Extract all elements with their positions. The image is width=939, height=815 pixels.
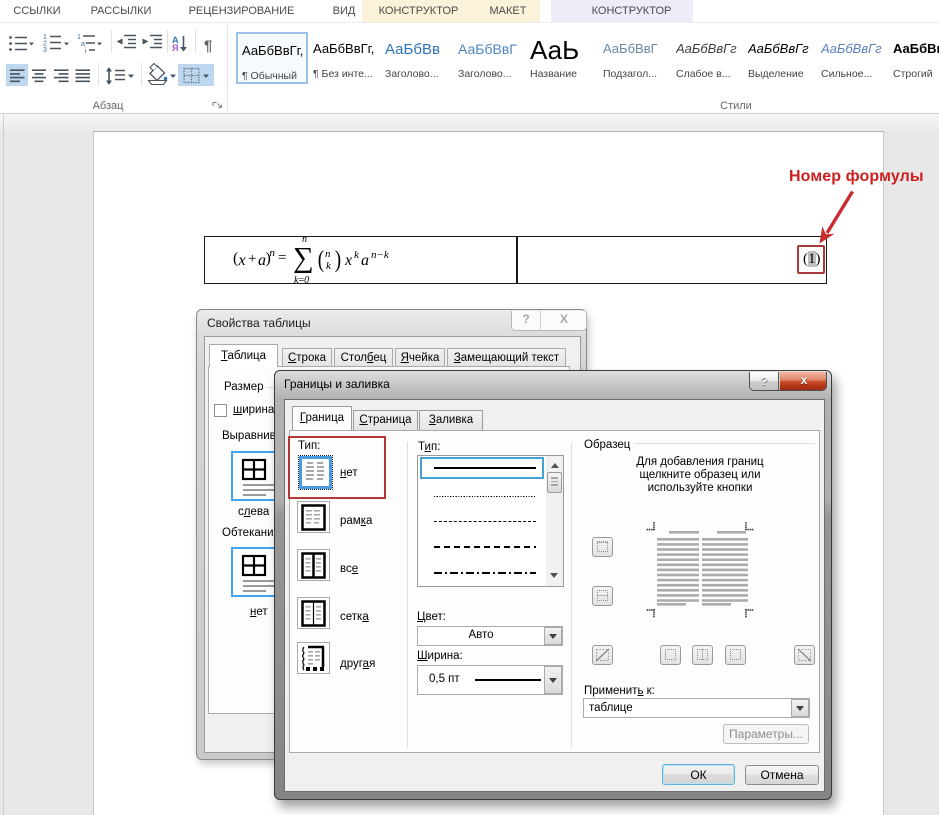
svg-text:a: a [81,41,85,48]
svg-text:1: 1 [77,34,81,41]
svg-text:i: i [85,48,87,55]
svg-text:Я: Я [172,43,178,53]
svg-text:3: 3 [43,47,47,54]
svg-text:¶: ¶ [204,38,212,55]
